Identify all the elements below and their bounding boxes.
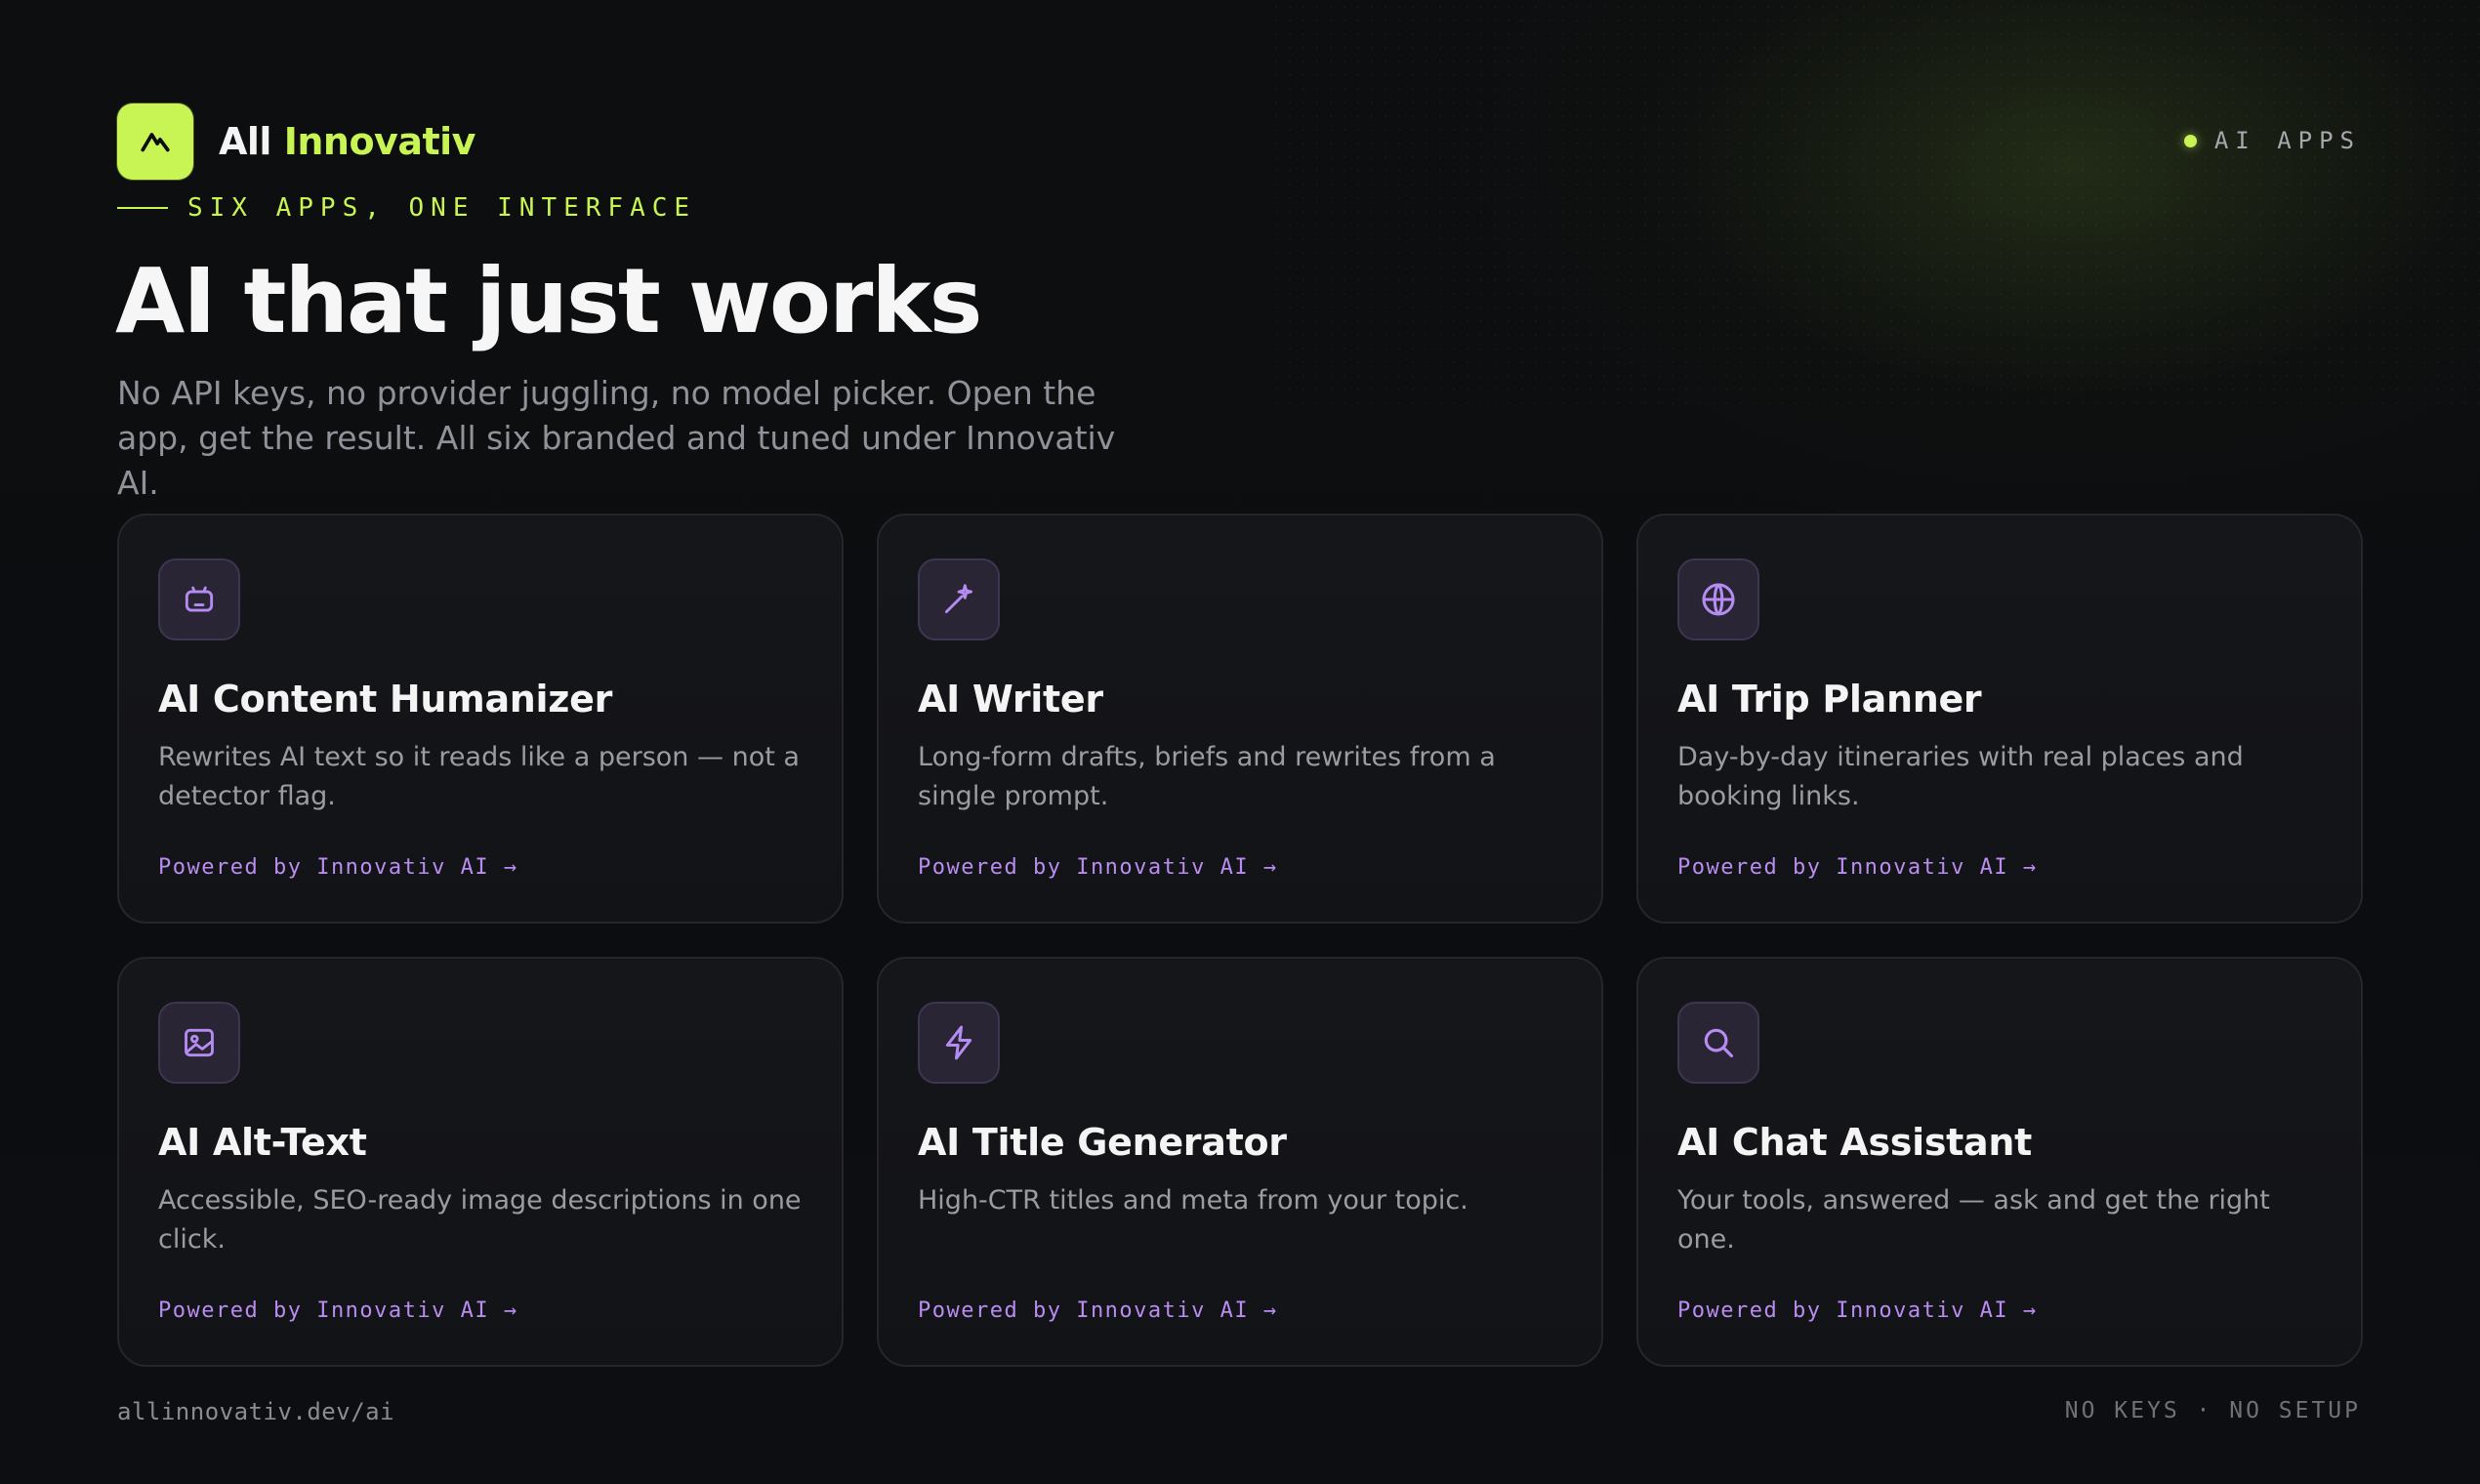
background-dot-pattern [1269,0,2480,410]
app-card-alt-text[interactable]: AI Alt-Text Accessible, SEO-ready image … [117,957,844,1367]
robot-icon [181,581,218,618]
app-card-link[interactable]: Powered by Innovativ AI → [918,855,1278,880]
brand-name-first: All [219,120,271,163]
app-card-link[interactable]: Powered by Innovativ AI → [158,855,518,880]
app-card-icon-box [1677,1002,1759,1084]
footer-url-link[interactable]: allinnovativ.dev/ai [117,1398,394,1425]
app-card-description: Rewrites AI text so it reads like a pers… [158,742,800,811]
app-card-title-generator[interactable]: AI Title Generator High-CTR titles and m… [877,957,1603,1367]
app-card-icon-box [1677,558,1759,640]
mountain-peak-icon [139,125,172,158]
app-card-content-humanizer[interactable]: AI Content Humanizer Rewrites AI text so… [117,514,844,924]
status-dot-icon [2183,134,2197,147]
app-card-icon-box [918,1002,1000,1084]
magic-wand-icon [940,581,977,618]
brand-logo [117,103,193,180]
app-card-title: AI Trip Planner [1677,678,1982,721]
app-card-title: AI Title Generator [918,1121,1287,1164]
app-card-writer[interactable]: AI Writer Long-form drafts, briefs and r… [877,514,1603,924]
hero-title: AI that just works [115,249,982,353]
brand-name-second: Innovativ [283,120,476,163]
app-card-description: Day-by-day itineraries with real places … [1677,742,2244,811]
app-card-title: AI Content Humanizer [158,678,613,721]
app-card-description: Long-form drafts, briefs and rewrites fr… [918,742,1496,811]
image-icon [181,1024,218,1061]
footer-tagline: NO KEYS · NO SETUP [2064,1398,2361,1423]
app-card-chat-assistant[interactable]: AI Chat Assistant Your tools, answered —… [1636,957,2363,1367]
brand-name: All Innovativ [219,120,475,163]
app-card-link[interactable]: Powered by Innovativ AI → [1677,855,2038,880]
app-card-icon-box [918,558,1000,640]
app-card-title: AI Writer [918,678,1103,721]
app-card-icon-box [158,558,240,640]
hero-eyebrow: SIX APPS, ONE INTERFACE [117,193,696,223]
app-card-description: High-CTR titles and meta from your topic… [918,1185,1468,1216]
globe-icon [1699,580,1738,619]
app-card-trip-planner[interactable]: AI Trip Planner Day-by-day itineraries w… [1636,514,2363,924]
eyebrow-line [117,207,168,209]
hero-eyebrow-text: SIX APPS, ONE INTERFACE [187,193,697,223]
apps-grid: AI Content Humanizer Rewrites AI text so… [117,514,2363,1367]
search-icon [1700,1024,1737,1061]
hero-subtitle: No API keys, no provider juggling, no mo… [117,374,1116,502]
app-card-description: Your tools, answered — ask and get the r… [1677,1185,2270,1255]
app-card-link[interactable]: Powered by Innovativ AI → [158,1298,518,1323]
app-card-link[interactable]: Powered by Innovativ AI → [1677,1298,2038,1323]
app-card-description: Accessible, SEO-ready image descriptions… [158,1185,802,1255]
lightning-icon [939,1023,978,1062]
app-card-title: AI Chat Assistant [1677,1121,2032,1164]
ai-apps-badge: AI APPS [2183,127,2361,154]
app-card-icon-box [158,1002,240,1084]
ai-apps-badge-label: AI APPS [2213,127,2361,154]
app-card-title: AI Alt-Text [158,1121,367,1164]
brand[interactable]: All Innovativ [117,103,475,180]
app-card-link[interactable]: Powered by Innovativ AI → [918,1298,1278,1323]
